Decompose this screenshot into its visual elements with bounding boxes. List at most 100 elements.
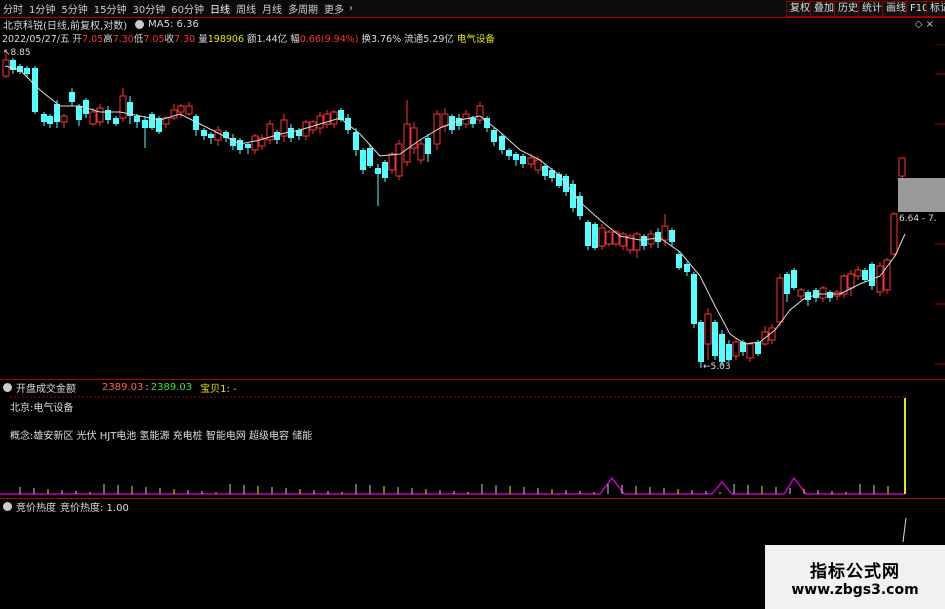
corner-icons[interactable]: ◇ ×: [915, 19, 934, 30]
candle-body: [797, 289, 805, 297]
panel3-title: 竞价热度 竞价热度: 1.00: [0, 500, 129, 514]
candle-body: [113, 118, 119, 124]
stock-name: 北京科锐: [3, 21, 43, 32]
candle-body: [605, 231, 613, 245]
gear-icon[interactable]: [3, 382, 12, 392]
candle-body: [499, 136, 505, 150]
period-tab[interactable]: 1分钟: [26, 1, 58, 16]
candle-body: [592, 224, 598, 248]
candle-body: [395, 143, 403, 177]
period-tab[interactable]: 5分钟: [58, 1, 90, 16]
candle-body: [506, 150, 512, 156]
chart-titlebar: 北京科锐 (日线,前复权,对数) MA5: 6.36 ◇ ×: [0, 18, 940, 32]
candle-body: [410, 127, 418, 149]
ma-value: MA5: 6.36: [148, 19, 199, 30]
candle-body: [119, 95, 127, 119]
candle-body: [470, 118, 476, 124]
candle-body: [585, 222, 591, 246]
panel-divider: [0, 498, 945, 499]
candle-body: [456, 118, 462, 126]
candle-body: [633, 233, 641, 251]
candle-body: [367, 148, 373, 166]
high-price-label: ↖8.85: [3, 48, 31, 58]
candle-body: [513, 154, 519, 160]
candle-body: [819, 287, 827, 299]
candle-body: [655, 232, 661, 242]
candle-body: [60, 115, 68, 123]
candle-body: [534, 159, 542, 171]
gear-icon[interactable]: [135, 20, 145, 29]
candle-body: [251, 135, 259, 151]
candle-body: [201, 130, 207, 136]
candle-body: [726, 344, 732, 360]
period-tab[interactable]: 多周期: [285, 1, 321, 16]
period-tab[interactable]: 60分钟: [168, 1, 207, 16]
candle-body: [54, 104, 60, 122]
quote-infobar: 2022/05/27/五 开7.05高7.30低7.05收7.30 量19890…: [2, 31, 495, 45]
period-tab[interactable]: 月线: [259, 1, 285, 16]
candle-body: [527, 157, 535, 165]
candle-body: [353, 132, 359, 150]
chart-mode: (日线,前复权,对数): [43, 21, 128, 32]
chevron-right-icon[interactable]: ›: [349, 3, 353, 14]
candle-body: [719, 334, 725, 362]
candle-body: [237, 140, 243, 150]
candle-body: [47, 116, 53, 124]
candle-body: [847, 273, 855, 289]
candle-body: [245, 144, 251, 148]
candle-body: [403, 123, 411, 163]
candle-body: [32, 68, 38, 112]
candle-body: [827, 292, 833, 298]
gear-icon[interactable]: [3, 501, 12, 511]
candle-body: [24, 68, 30, 74]
candle-body: [862, 270, 868, 280]
candle-body: [382, 162, 388, 178]
candle-body: [791, 270, 797, 288]
candle-body: [684, 264, 690, 272]
candle-body: [69, 92, 75, 102]
candle-body: [491, 130, 497, 142]
candle-body: [676, 254, 682, 268]
candle-body: [704, 313, 712, 345]
candle-body: [661, 225, 669, 241]
candle-body: [784, 274, 790, 294]
candle-body: [41, 114, 47, 122]
candle-body: [520, 156, 526, 164]
candle-body: [612, 231, 620, 245]
candle-body: [388, 153, 396, 171]
candle-body: [185, 105, 193, 115]
period-tab-daily[interactable]: 日线: [207, 1, 233, 16]
period-tab[interactable]: 周线: [233, 1, 259, 16]
candle-body: [134, 116, 140, 122]
kline-chart[interactable]: [0, 44, 945, 378]
low-price-label: ←5.03: [703, 362, 731, 372]
candle-body: [142, 120, 148, 128]
candle-body: [441, 113, 449, 127]
candle-body: [2, 59, 10, 77]
high-price-value: 8.85: [10, 48, 31, 58]
candle-body: [149, 114, 155, 128]
period-tab-more[interactable]: 更多: [321, 1, 347, 16]
period-tab[interactable]: 30分钟: [129, 1, 168, 16]
candle-body: [425, 138, 431, 154]
candle-body: [330, 111, 338, 125]
price-range-box: [898, 178, 945, 212]
candle-body: [691, 274, 697, 324]
candle-body: [598, 227, 606, 247]
panel2-value2: 2389.03: [150, 381, 193, 393]
site-watermark: 指标公式网 www.zbgs3.com: [765, 545, 945, 609]
candle-body: [76, 106, 82, 120]
mark-button[interactable]: 标记: [926, 1, 945, 17]
candle-body: [732, 341, 740, 357]
candle-body: [876, 265, 884, 293]
watermark-url: www.zbgs3.com: [791, 581, 919, 598]
period-tab[interactable]: 15分钟: [91, 1, 130, 16]
candle-body: [854, 269, 862, 277]
signal-line: [0, 476, 905, 495]
period-tab[interactable]: 分时: [0, 1, 26, 16]
candle-body: [698, 322, 704, 362]
candle-body: [669, 230, 675, 242]
candle-body: [375, 168, 381, 174]
candle-body: [755, 342, 761, 354]
candle-body: [641, 236, 647, 246]
